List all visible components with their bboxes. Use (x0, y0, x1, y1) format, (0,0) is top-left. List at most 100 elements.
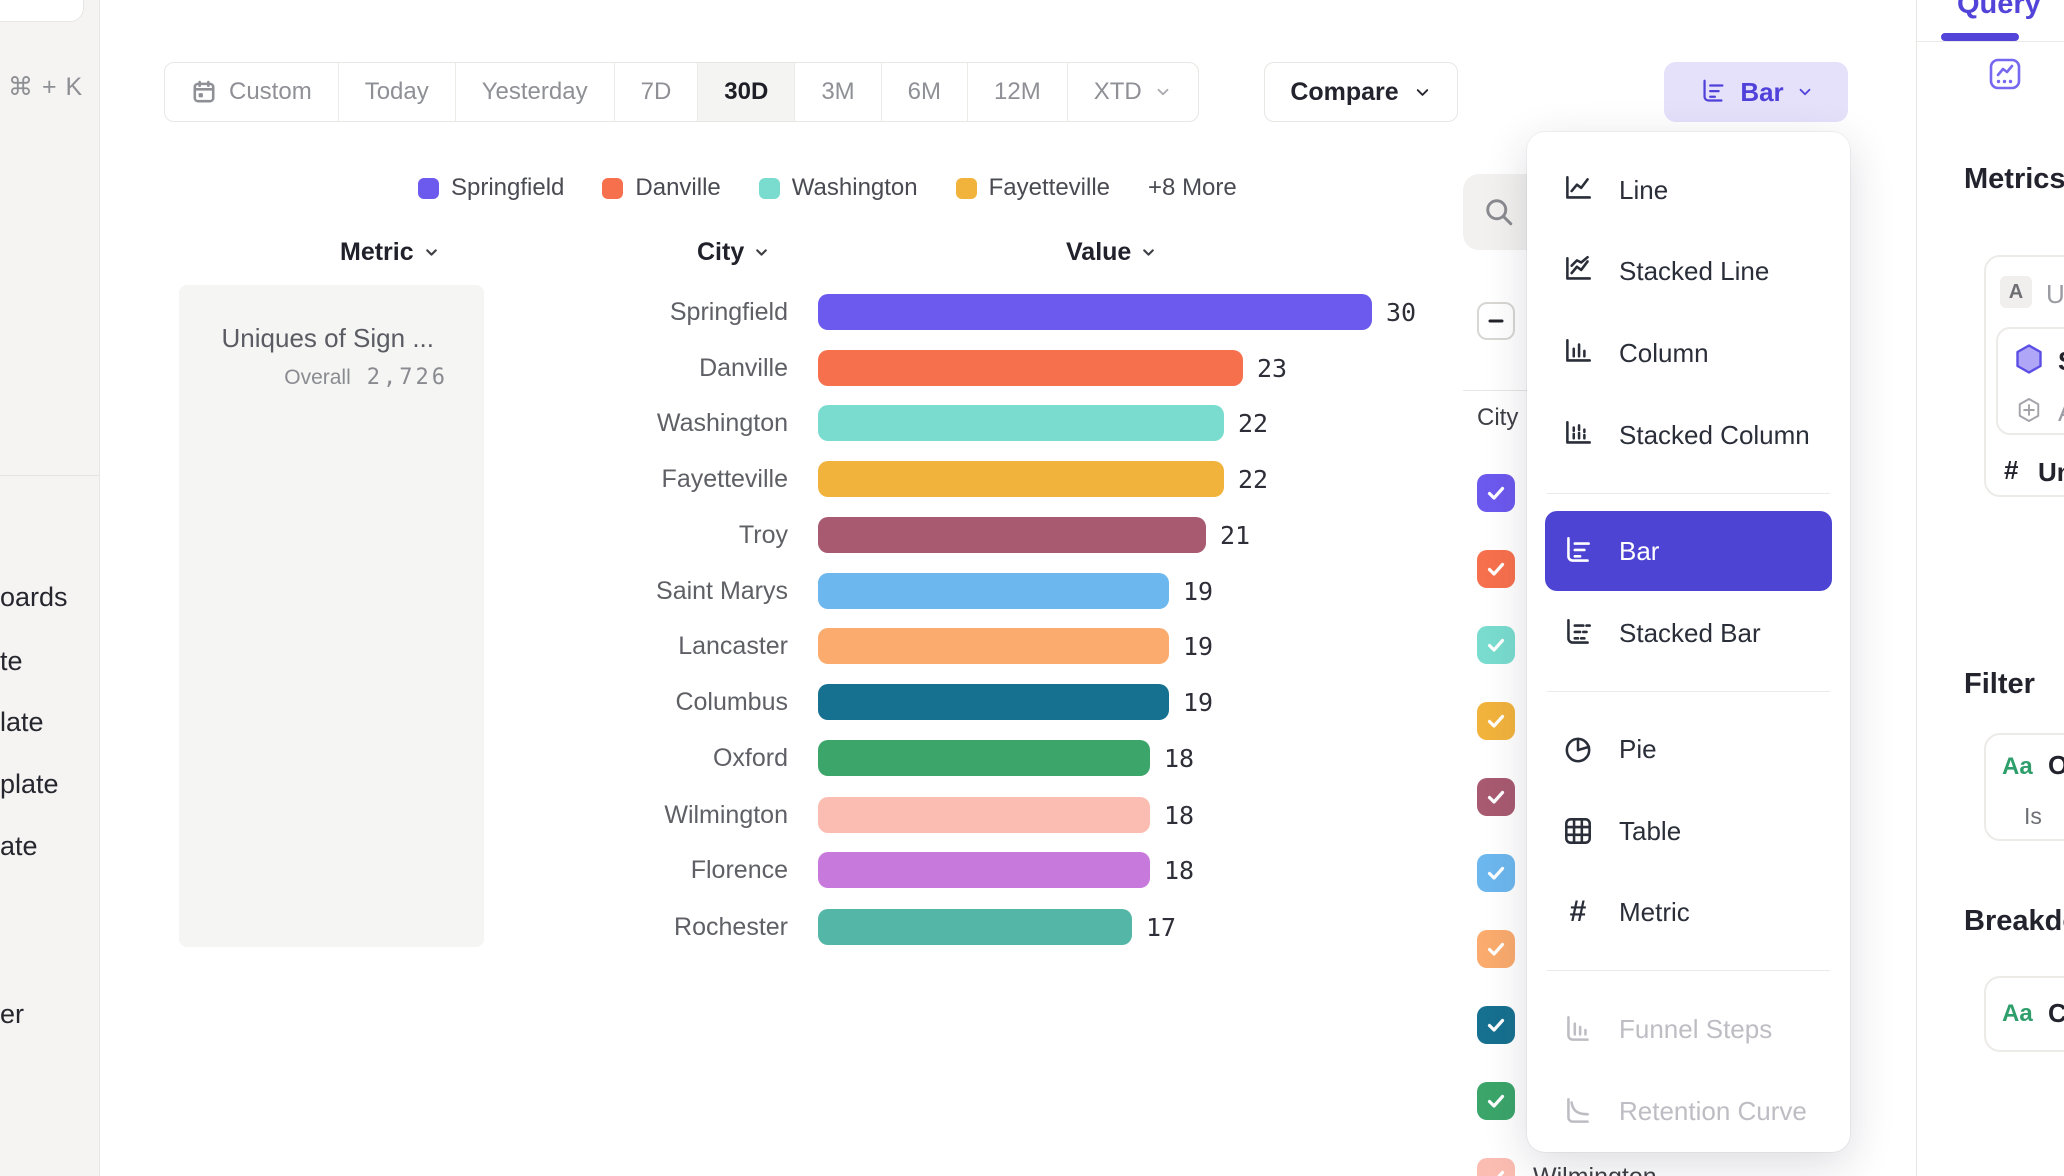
date-range-custom[interactable]: Custom (165, 63, 339, 121)
series-checkbox[interactable] (1477, 1158, 1515, 1176)
menu-item-line[interactable]: Line (1545, 150, 1832, 230)
menu-item-metric[interactable]: # Metric (1545, 872, 1832, 952)
calendar-icon (191, 79, 217, 105)
date-range-xtd[interactable]: XTD (1068, 63, 1198, 121)
menu-item-label: Metric (1619, 897, 1690, 928)
column-header-city[interactable]: City (697, 238, 770, 267)
bar[interactable] (818, 517, 1206, 553)
sidebar-search-pill[interactable] (0, 0, 84, 22)
bar-category-label: Wilmington (0, 801, 788, 830)
chevron-down-icon (1154, 83, 1172, 101)
check-icon (1483, 936, 1509, 962)
date-range-30d[interactable]: 30D (698, 63, 795, 121)
legend-item[interactable]: Springfield (418, 174, 564, 202)
sidebar-item[interactable]: ate (0, 831, 38, 862)
series-checkbox[interactable] (1477, 626, 1515, 664)
series-checkbox[interactable] (1477, 550, 1515, 588)
bar[interactable] (818, 909, 1132, 945)
menu-item-label: Stacked Column (1619, 420, 1810, 451)
bar[interactable] (818, 461, 1224, 497)
menu-item-retention-curve[interactable]: Retention Curve (1545, 1071, 1832, 1151)
menu-item-funnel-steps[interactable]: Funnel Steps (1545, 989, 1832, 1069)
add-hexagon-icon[interactable] (2014, 395, 2044, 425)
check-icon (1483, 860, 1509, 886)
sidebar-item[interactable]: plate (0, 769, 59, 800)
bar[interactable] (818, 294, 1372, 330)
series-checkbox[interactable] (1477, 778, 1515, 816)
tab-query[interactable]: Query (1957, 0, 2041, 21)
sidebar-item[interactable]: late (0, 707, 44, 738)
menu-item-bar[interactable]: Bar (1545, 511, 1832, 591)
series-checkbox[interactable] (1477, 930, 1515, 968)
date-range-label: Custom (229, 78, 312, 106)
bar-chart-icon (1561, 534, 1595, 568)
event-card[interactable]: Sig Ad (1996, 327, 2064, 435)
legend-item[interactable]: Fayetteville (956, 174, 1110, 202)
bar[interactable] (818, 573, 1169, 609)
bar[interactable] (818, 852, 1150, 888)
sidebar-item[interactable]: er (0, 999, 24, 1030)
date-range-label: 3M (821, 78, 854, 106)
stacked-bar-chart-icon (1561, 616, 1595, 650)
aggregation-label-truncated: Uniqu (2038, 457, 2064, 488)
bar-value-label: 22 (1238, 465, 1268, 494)
stacked-column-chart-icon (1561, 418, 1595, 452)
filter-card[interactable]: Aa Ope Is i (1984, 733, 2064, 841)
bar[interactable] (818, 797, 1150, 833)
insights-report-icon[interactable] (1987, 56, 2023, 92)
compare-button[interactable]: Compare (1264, 62, 1458, 122)
column-header-value[interactable]: Value (1066, 238, 1157, 267)
menu-item-stacked-line[interactable]: Stacked Line (1545, 231, 1832, 311)
menu-divider (1547, 970, 1830, 971)
date-range-yesterday[interactable]: Yesterday (456, 63, 615, 121)
metric-name-truncated: Uniq (2046, 279, 2064, 310)
menu-item-stacked-column[interactable]: Stacked Column (1545, 395, 1832, 475)
select-all-checkbox[interactable] (1477, 302, 1515, 340)
bar-category-label: Danville (0, 354, 788, 383)
sidebar-item[interactable]: te (0, 646, 23, 677)
legend-more-link[interactable]: +8 More (1148, 174, 1237, 202)
property-type-badge: Aa (2002, 1000, 2033, 1028)
series-checkbox[interactable] (1477, 1082, 1515, 1120)
legend-swatch (602, 178, 623, 199)
hash-icon: # (1561, 897, 1595, 927)
menu-item-stacked-bar[interactable]: Stacked Bar (1545, 593, 1832, 673)
date-range-today[interactable]: Today (339, 63, 456, 121)
column-header-label: Value (1066, 238, 1131, 267)
menu-item-column[interactable]: Column (1545, 313, 1832, 393)
series-checkbox[interactable] (1477, 702, 1515, 740)
date-range-label: 6M (908, 78, 941, 106)
tab-active-indicator (1941, 33, 2019, 41)
filter-heading: Filter (1964, 668, 2035, 701)
series-label: Wilmington (1533, 1163, 1657, 1176)
bar-row: Florence18 (0, 852, 1194, 888)
legend-item[interactable]: Danville (602, 174, 720, 202)
series-checkbox[interactable] (1477, 474, 1515, 512)
menu-item-pie[interactable]: Pie (1545, 709, 1832, 789)
chevron-down-icon (1140, 244, 1157, 261)
sidebar-item[interactable]: oards (0, 582, 68, 613)
series-checkbox[interactable] (1477, 1006, 1515, 1044)
menu-item-table[interactable]: Table (1545, 791, 1832, 871)
table-icon (1561, 814, 1595, 848)
bar[interactable] (818, 740, 1150, 776)
breakdown-card[interactable]: Aa City (1984, 976, 2064, 1052)
bar-row: Oxford18 (0, 740, 1194, 776)
bar-category-label: Lancaster (0, 632, 788, 661)
date-range-7d[interactable]: 7D (615, 63, 699, 121)
check-icon (1483, 1088, 1509, 1114)
bar[interactable] (818, 350, 1243, 386)
column-header-metric[interactable]: Metric (340, 238, 440, 267)
series-group-label: City (1477, 404, 1518, 432)
bar[interactable] (818, 684, 1169, 720)
series-checkbox[interactable] (1477, 854, 1515, 892)
bar[interactable] (818, 628, 1169, 664)
funnel-steps-icon (1561, 1012, 1595, 1046)
bar-category-label: Columbus (0, 688, 788, 717)
date-range-3m[interactable]: 3M (795, 63, 881, 121)
legend-swatch (956, 178, 977, 199)
date-range-6m[interactable]: 6M (882, 63, 968, 121)
bar[interactable] (818, 405, 1224, 441)
legend-item[interactable]: Washington (759, 174, 918, 202)
date-range-12m[interactable]: 12M (968, 63, 1068, 121)
